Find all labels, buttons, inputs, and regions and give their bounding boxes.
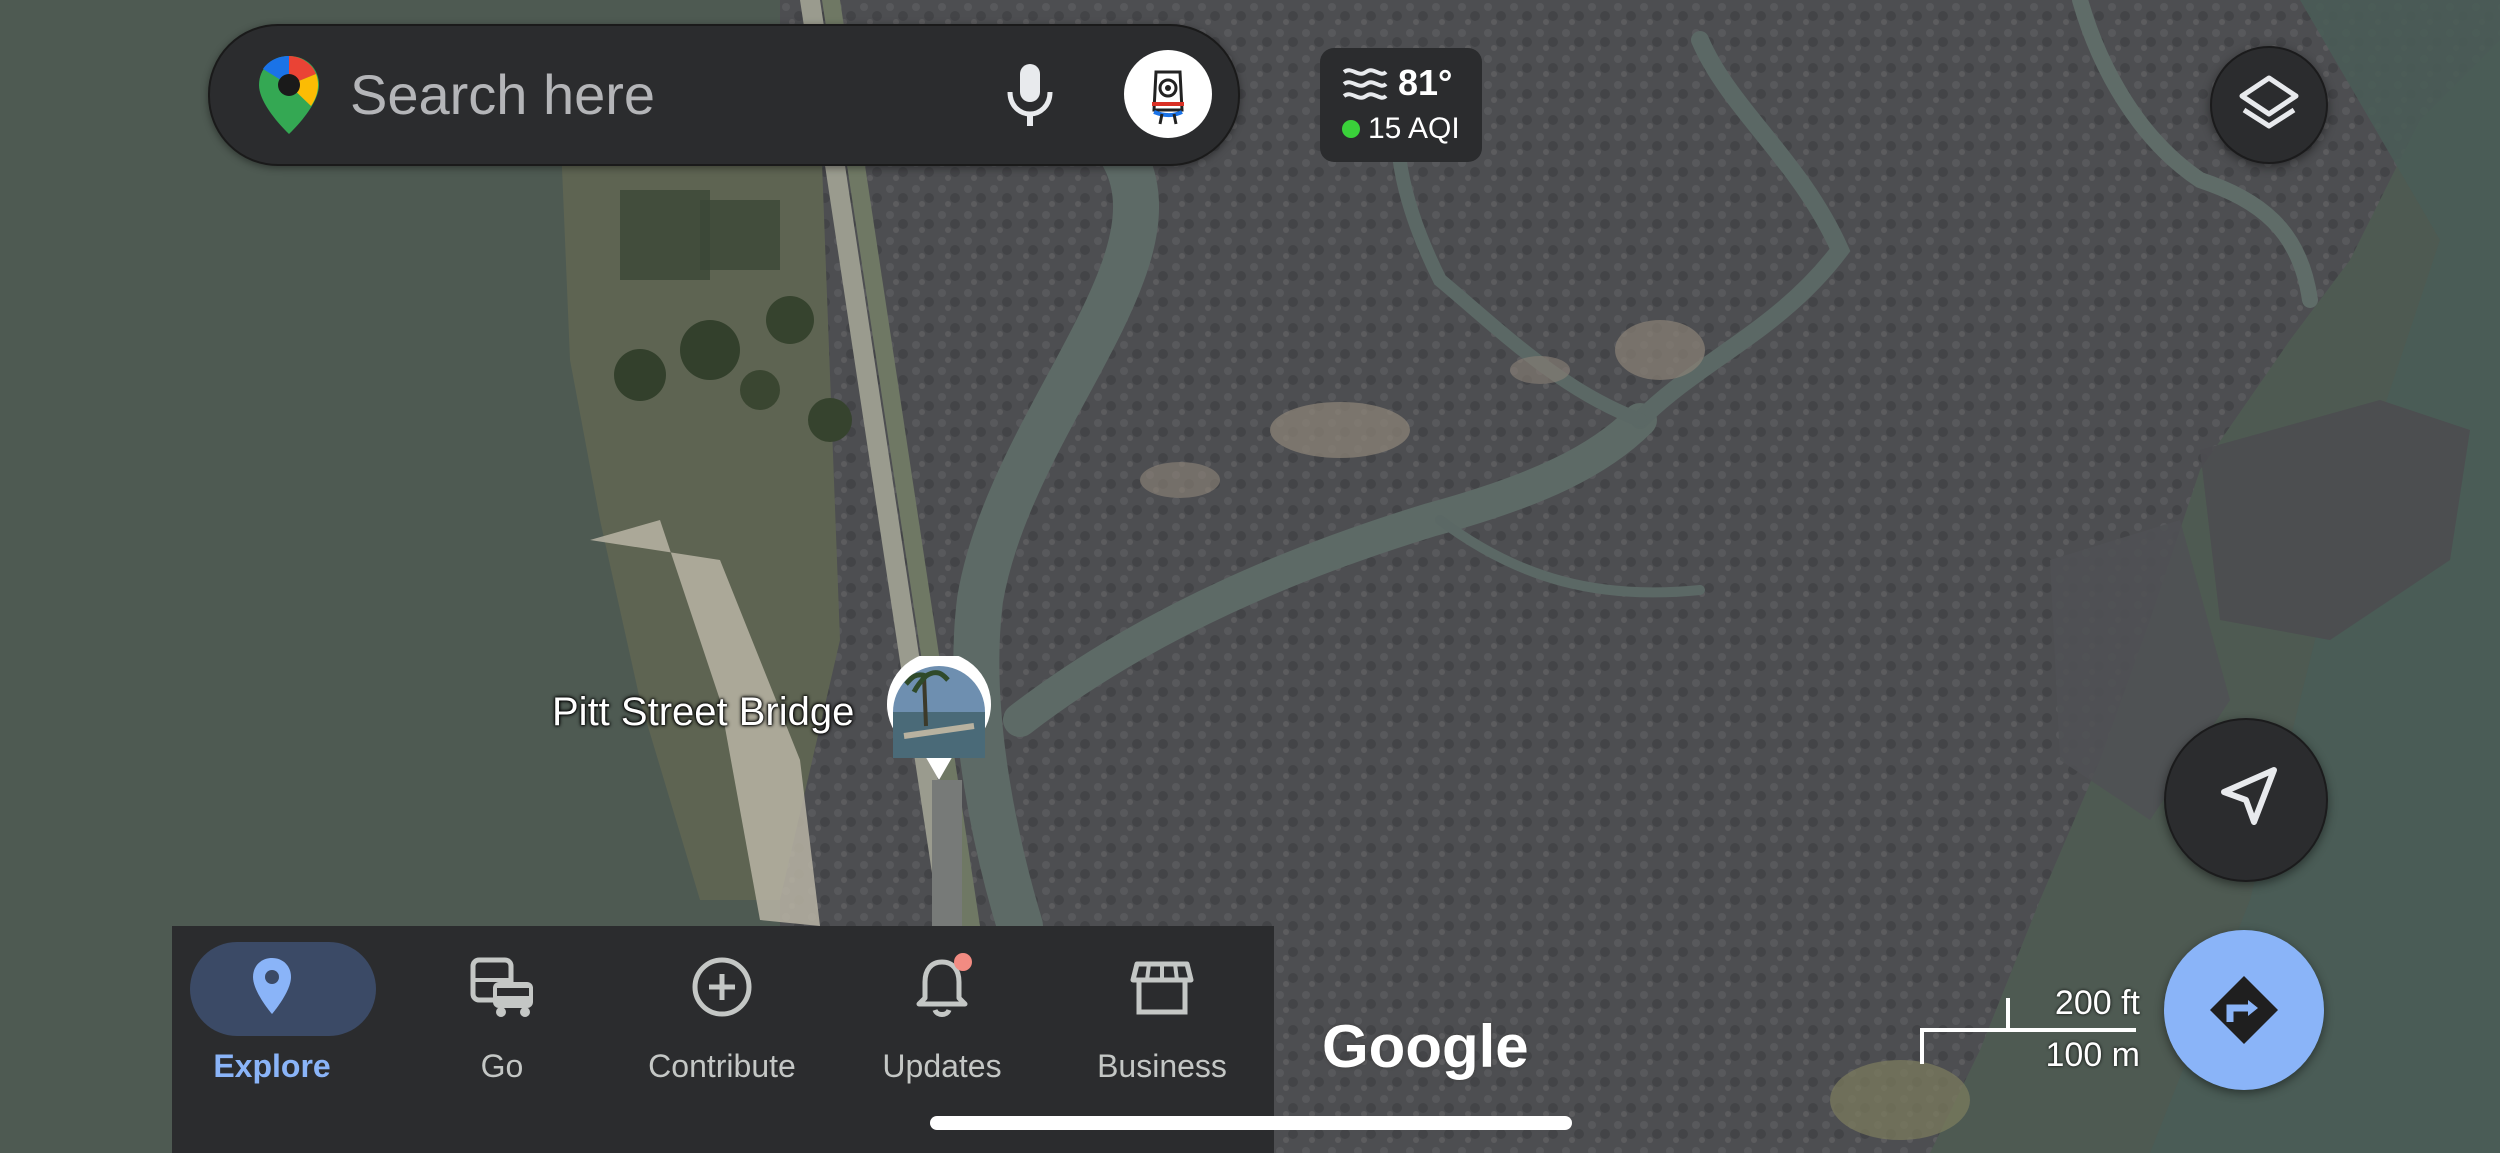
map-scale: 200 ft 100 m: [1918, 984, 2140, 1074]
avatar-icon: [1152, 70, 1184, 125]
google-maps-logo-icon: [259, 56, 319, 134]
my-location-button[interactable]: [2164, 718, 2328, 882]
explore-pin-icon: [253, 958, 291, 1014]
nav-explore-label: Explore: [213, 1048, 331, 1084]
home-indicator[interactable]: [930, 1116, 1572, 1130]
place-photo-marker[interactable]: [884, 656, 994, 782]
nav-business-label: Business: [1097, 1048, 1227, 1084]
aqi-value: 15 AQI: [1368, 112, 1460, 145]
search-input[interactable]: Search here: [350, 62, 655, 127]
nav-contribute[interactable]: Contribute: [622, 936, 822, 1106]
haze-wave-icon: [1342, 68, 1388, 100]
scale-metric: 100 m: [2045, 1036, 2141, 1074]
nav-updates[interactable]: Updates: [842, 936, 1042, 1106]
google-attribution: Google: [1322, 1013, 1529, 1080]
search-bar[interactable]: Search here: [208, 24, 1240, 166]
commute-icon: [470, 957, 533, 1017]
nav-updates-label: Updates: [882, 1048, 1002, 1084]
nav-business[interactable]: Business: [1062, 936, 1262, 1106]
profile-avatar[interactable]: [1124, 50, 1212, 138]
layers-icon: [2239, 75, 2299, 129]
nav-go-label: Go: [480, 1048, 524, 1084]
directions-button[interactable]: [2164, 930, 2324, 1090]
nav-go[interactable]: Go: [402, 936, 602, 1106]
nav-contribute-label: Contribute: [648, 1048, 796, 1084]
directions-icon: [2210, 976, 2278, 1044]
microphone-icon[interactable]: [1000, 62, 1060, 128]
scale-imperial: 200 ft: [2054, 984, 2140, 1022]
temperature-value: 81°: [1398, 62, 1453, 103]
aqi-status-dot: [1342, 120, 1360, 138]
layers-button[interactable]: [2210, 46, 2328, 164]
place-label[interactable]: Pitt Street Bridge: [552, 690, 854, 735]
weather-chip[interactable]: 81° 15 AQI: [1320, 48, 1482, 162]
bell-icon: [916, 953, 972, 1017]
storefront-icon: [1130, 961, 1194, 1015]
nav-explore[interactable]: Explore: [172, 936, 376, 1106]
navigation-arrow-icon: [2221, 767, 2277, 825]
add-circle-icon: [692, 957, 752, 1017]
